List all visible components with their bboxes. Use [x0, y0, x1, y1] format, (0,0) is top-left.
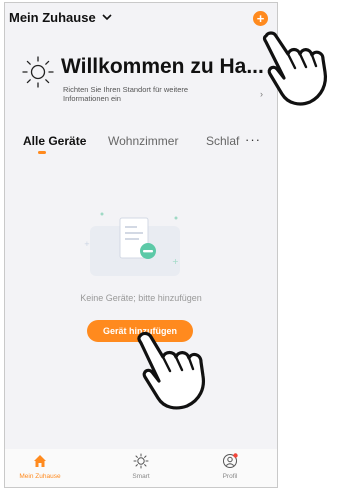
nav-smart[interactable]: Smart: [106, 453, 176, 480]
chevron-down-icon[interactable]: [101, 11, 113, 23]
nav-label: Mein Zuhause: [19, 473, 61, 480]
tab-active-indicator: [38, 151, 46, 154]
nav-label: Profil: [222, 473, 238, 480]
sun-icon: [133, 453, 149, 469]
tab-schlafzimmer[interactable]: Schlaf: [206, 134, 239, 148]
welcome-card[interactable]: Willkommen zu Ha... Richten Sie Ihren St…: [5, 45, 277, 115]
sun-icon: [22, 56, 54, 88]
home-icon: [34, 455, 46, 467]
svg-text:+: +: [172, 257, 179, 266]
profile-icon: [223, 453, 238, 468]
svg-text:+: +: [84, 240, 90, 248]
add-button[interactable]: +: [253, 11, 268, 26]
bottom-navigation: Mein Zuhause Smart Profil: [5, 449, 277, 487]
welcome-subtitle: Richten Sie Ihren Standort für weitere I…: [63, 85, 189, 103]
room-tabs: Alle Geräte Wohnzimmer Schlaf ···: [5, 131, 277, 159]
empty-state-illustration: + +: [84, 212, 180, 276]
tab-alle-geraete[interactable]: Alle Geräte: [23, 134, 86, 148]
home-selector[interactable]: Mein Zuhause: [9, 10, 96, 25]
nav-mein-zuhause[interactable]: Mein Zuhause: [5, 453, 75, 480]
empty-state-text: Keine Geräte; bitte hinzufügen: [80, 293, 202, 303]
top-bar: Mein Zuhause +: [5, 3, 277, 33]
tab-wohnzimmer[interactable]: Wohnzimmer: [108, 134, 178, 148]
plus-icon: +: [256, 11, 265, 26]
nav-label: Smart: [132, 473, 150, 480]
pointing-hand-icon: [137, 331, 206, 410]
nav-profil[interactable]: Profil: [195, 453, 265, 480]
pointing-hand-icon: [262, 31, 328, 106]
phone-screen: Mein Zuhause + Willkommen zu Ha... Richt…: [4, 2, 278, 488]
more-icon[interactable]: ···: [245, 132, 261, 147]
welcome-title: Willkommen zu Ha...: [61, 55, 264, 78]
